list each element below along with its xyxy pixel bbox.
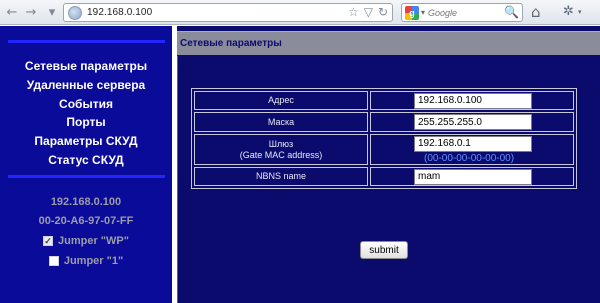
sidebar-divider-bottom	[8, 175, 165, 178]
back-button[interactable]: ←	[3, 4, 21, 20]
jumper-1-label: Jumper "1"	[63, 255, 124, 267]
gateway-label: Шлюз	[268, 138, 294, 149]
sidebar-item-network-settings[interactable]: Сетевые параметры	[0, 57, 172, 76]
reload-icon[interactable]: ↻	[378, 5, 388, 19]
jumper-wp-label: Jumper "WP"	[58, 235, 129, 247]
settings-form: Адрес Маска Шлюз (Gate MAC address)	[177, 56, 600, 303]
sidebar-item-acs-settings[interactable]: Параметры СКУД	[0, 132, 172, 151]
submit-button[interactable]: submit	[360, 241, 408, 259]
network-settings-table: Адрес Маска Шлюз (Gate MAC address)	[191, 88, 577, 189]
forward-arrow-icon: →	[25, 4, 37, 20]
main-panel: Сетевые параметры Адрес Маска	[177, 26, 600, 303]
device-info: 192.168.0.100 00-20-A6-97-07-FF ✓ Jumper…	[0, 193, 172, 271]
table-row: Адрес	[194, 91, 574, 110]
gateway-label-cell: Шлюз (Gate MAC address)	[194, 134, 368, 165]
jumper-1: Jumper "1"	[0, 251, 172, 271]
page-content: Сетевые параметры Удаленные сервера Собы…	[0, 26, 600, 303]
jumper-wp: ✓ Jumper "WP"	[0, 231, 172, 251]
search-engine-dropdown-icon[interactable]: ▾	[421, 8, 425, 17]
mask-label: Маска	[194, 112, 368, 132]
sidebar-divider-top	[8, 40, 165, 43]
main-header: Сетевые параметры	[177, 31, 600, 55]
page-title: Сетевые параметры	[180, 38, 282, 49]
sidebar: Сетевые параметры Удаленные сервера Собы…	[0, 26, 172, 303]
sidebar-item-remote-servers[interactable]: Удаленные сервера	[0, 76, 172, 95]
jumper-1-checkbox[interactable]	[48, 256, 59, 266]
jumper-wp-checkbox[interactable]: ✓	[43, 236, 54, 246]
address-field[interactable]	[414, 92, 532, 109]
gateway-sublabel: (Gate MAC address)	[239, 149, 323, 160]
mask-field[interactable]	[414, 114, 532, 130]
gateway-mac-address: (00-00-00-00-00-00)	[424, 152, 515, 164]
browser-toolbar: ← → ▾ 192.168.0.100 ☆ ▽ ↻ g ▾ 🔍 ⌂ ✲ ▾	[0, 0, 600, 25]
address-label: Адрес	[194, 91, 368, 110]
table-row: Шлюз (Gate MAC address) (00-00-00-00-00-…	[194, 134, 574, 165]
forward-button[interactable]: →	[22, 4, 40, 20]
address-bar-url[interactable]: 192.168.0.100	[87, 7, 152, 18]
google-icon[interactable]: g	[405, 5, 419, 20]
nbns-name-label: NBNS name	[194, 167, 368, 186]
table-row: Маска	[194, 112, 574, 132]
table-row: NBNS name	[194, 167, 574, 186]
back-arrow-icon: ←	[6, 4, 18, 20]
addon-icon[interactable]: ✲	[563, 4, 574, 19]
reload-dropdown-button[interactable]: ▾	[43, 4, 61, 20]
search-icon[interactable]: 🔍	[504, 5, 519, 19]
addon-dropdown-icon[interactable]: ▾	[578, 8, 582, 16]
device-ip: 192.168.0.100	[50, 196, 122, 208]
home-icon[interactable]: ⌂	[531, 3, 541, 21]
sidebar-menu: Сетевые параметры Удаленные сервера Собы…	[0, 57, 172, 170]
sidebar-item-acs-status[interactable]: Статус СКУД	[0, 151, 172, 170]
bookmark-star-icon[interactable]: ☆	[348, 5, 359, 19]
sidebar-item-events[interactable]: События	[0, 95, 172, 114]
sidebar-item-ports[interactable]: Порты	[0, 113, 172, 132]
gateway-field[interactable]	[414, 135, 532, 152]
history-dropdown-icon[interactable]: ▽	[364, 5, 373, 19]
device-mac: 00-20-A6-97-07-FF	[38, 215, 134, 227]
site-identity-icon[interactable]	[68, 5, 82, 20]
search-bar[interactable]: g ▾ 🔍	[401, 3, 523, 22]
search-input[interactable]	[428, 7, 501, 18]
chevron-down-icon: ▾	[48, 4, 56, 20]
nbns-name-field[interactable]	[414, 168, 532, 185]
address-bar[interactable]: 192.168.0.100 ☆ ▽ ↻	[63, 3, 393, 22]
